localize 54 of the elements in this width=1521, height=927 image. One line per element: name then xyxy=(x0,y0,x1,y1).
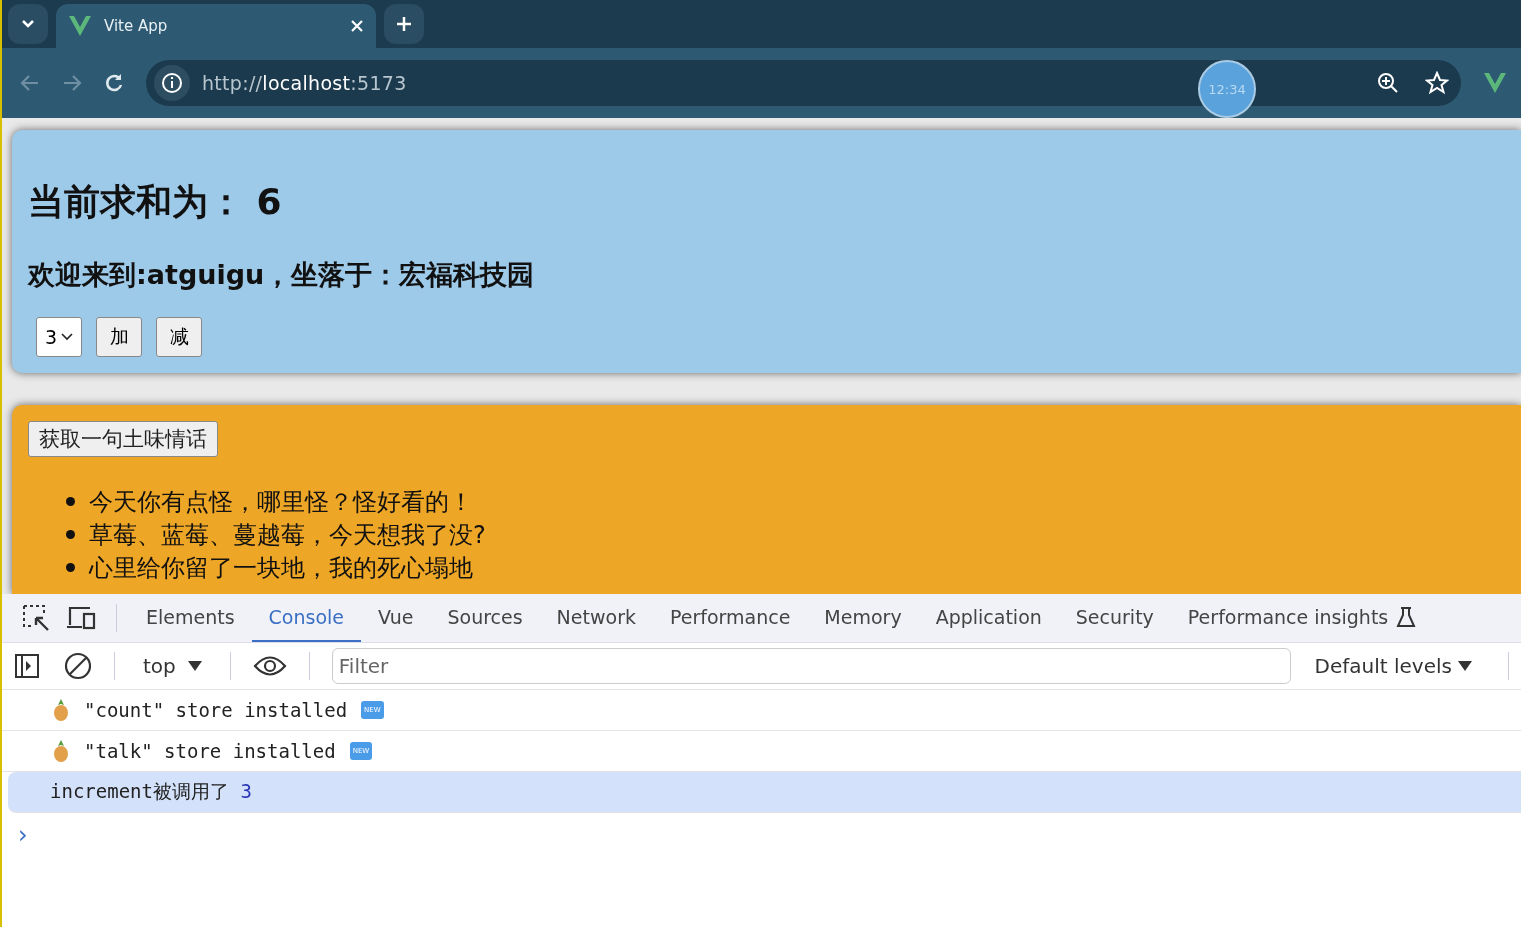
flask-icon xyxy=(1396,606,1417,628)
chevron-down-icon xyxy=(61,333,74,341)
reload-icon[interactable] xyxy=(104,73,124,93)
inspect-icon[interactable] xyxy=(22,604,50,632)
devtools-tab[interactable]: Network xyxy=(539,594,653,642)
new-tab-button[interactable] xyxy=(384,4,424,44)
devtools-tab[interactable]: Security xyxy=(1058,594,1171,642)
tab-list-button[interactable] xyxy=(8,4,48,44)
message-text: "count" store installed xyxy=(84,699,348,721)
chevron-down-icon xyxy=(21,19,35,29)
fetch-talk-button[interactable]: 获取一句土味情话 xyxy=(28,421,218,457)
devtools-tab[interactable]: Sources xyxy=(430,594,540,642)
info-icon[interactable] xyxy=(154,65,190,101)
talk-item: 草莓、蓝莓、蔓越莓，今天想我了没? xyxy=(89,519,486,551)
star-icon[interactable] xyxy=(1425,71,1449,95)
message-text: increment被调用了 3 xyxy=(50,779,252,804)
devtools-tab[interactable]: Vue xyxy=(361,594,431,642)
device-toolbar-icon[interactable] xyxy=(66,605,96,631)
url-text: http://localhost:5173 xyxy=(202,72,407,94)
sidebar-toggle-icon[interactable] xyxy=(14,653,40,679)
sum-heading: 当前求和为： 6 xyxy=(28,180,283,224)
devtools-tab[interactable]: Memory xyxy=(807,594,919,642)
bullet-icon xyxy=(66,497,75,506)
devtools-tab[interactable]: Elements xyxy=(129,594,252,642)
bullet-icon xyxy=(66,530,75,539)
zoom-in-icon[interactable] xyxy=(1377,72,1399,94)
eye-icon[interactable] xyxy=(252,655,287,677)
plus-icon xyxy=(395,15,413,33)
devtools-tab[interactable]: Console xyxy=(251,594,361,642)
devtools-tab[interactable]: Performance xyxy=(652,594,808,642)
console-prompt[interactable]: › xyxy=(2,813,1521,849)
browser-tab[interactable]: Vite App xyxy=(56,4,376,48)
welcome-text: 欢迎来到:atguigu，坐落于：宏福科技园 xyxy=(28,258,536,292)
talk-item: 今天你有点怪，哪里怪？怪好看的！ xyxy=(89,486,473,518)
pineapple-icon xyxy=(52,699,70,721)
context-selector[interactable]: top xyxy=(137,654,208,678)
dropdown-triangle-icon xyxy=(187,661,202,671)
log-levels-dropdown[interactable]: Default levels xyxy=(1300,654,1486,678)
talk-item: 心里给你留了一块地，我的死心塌地 xyxy=(89,552,473,584)
v-logo-icon[interactable] xyxy=(1483,72,1507,94)
filter-input[interactable]: Filter xyxy=(331,648,1291,684)
clear-console-icon[interactable] xyxy=(64,652,92,680)
action-button[interactable]: 加 xyxy=(96,317,142,357)
devtools-tab[interactable]: Application xyxy=(918,594,1059,642)
close-icon[interactable] xyxy=(350,19,364,33)
tab-title: Vite App xyxy=(104,17,169,35)
devtools-tab[interactable]: Performance insights xyxy=(1170,594,1434,642)
dropdown-triangle-icon xyxy=(1458,661,1472,671)
v-logo-icon xyxy=(68,15,92,37)
message-text: "talk" store installed xyxy=(84,740,336,762)
action-button[interactable]: 减 xyxy=(156,317,202,357)
pineapple-icon xyxy=(52,740,70,762)
number-select[interactable]: 3 xyxy=(36,317,82,357)
bullet-icon xyxy=(66,563,75,572)
